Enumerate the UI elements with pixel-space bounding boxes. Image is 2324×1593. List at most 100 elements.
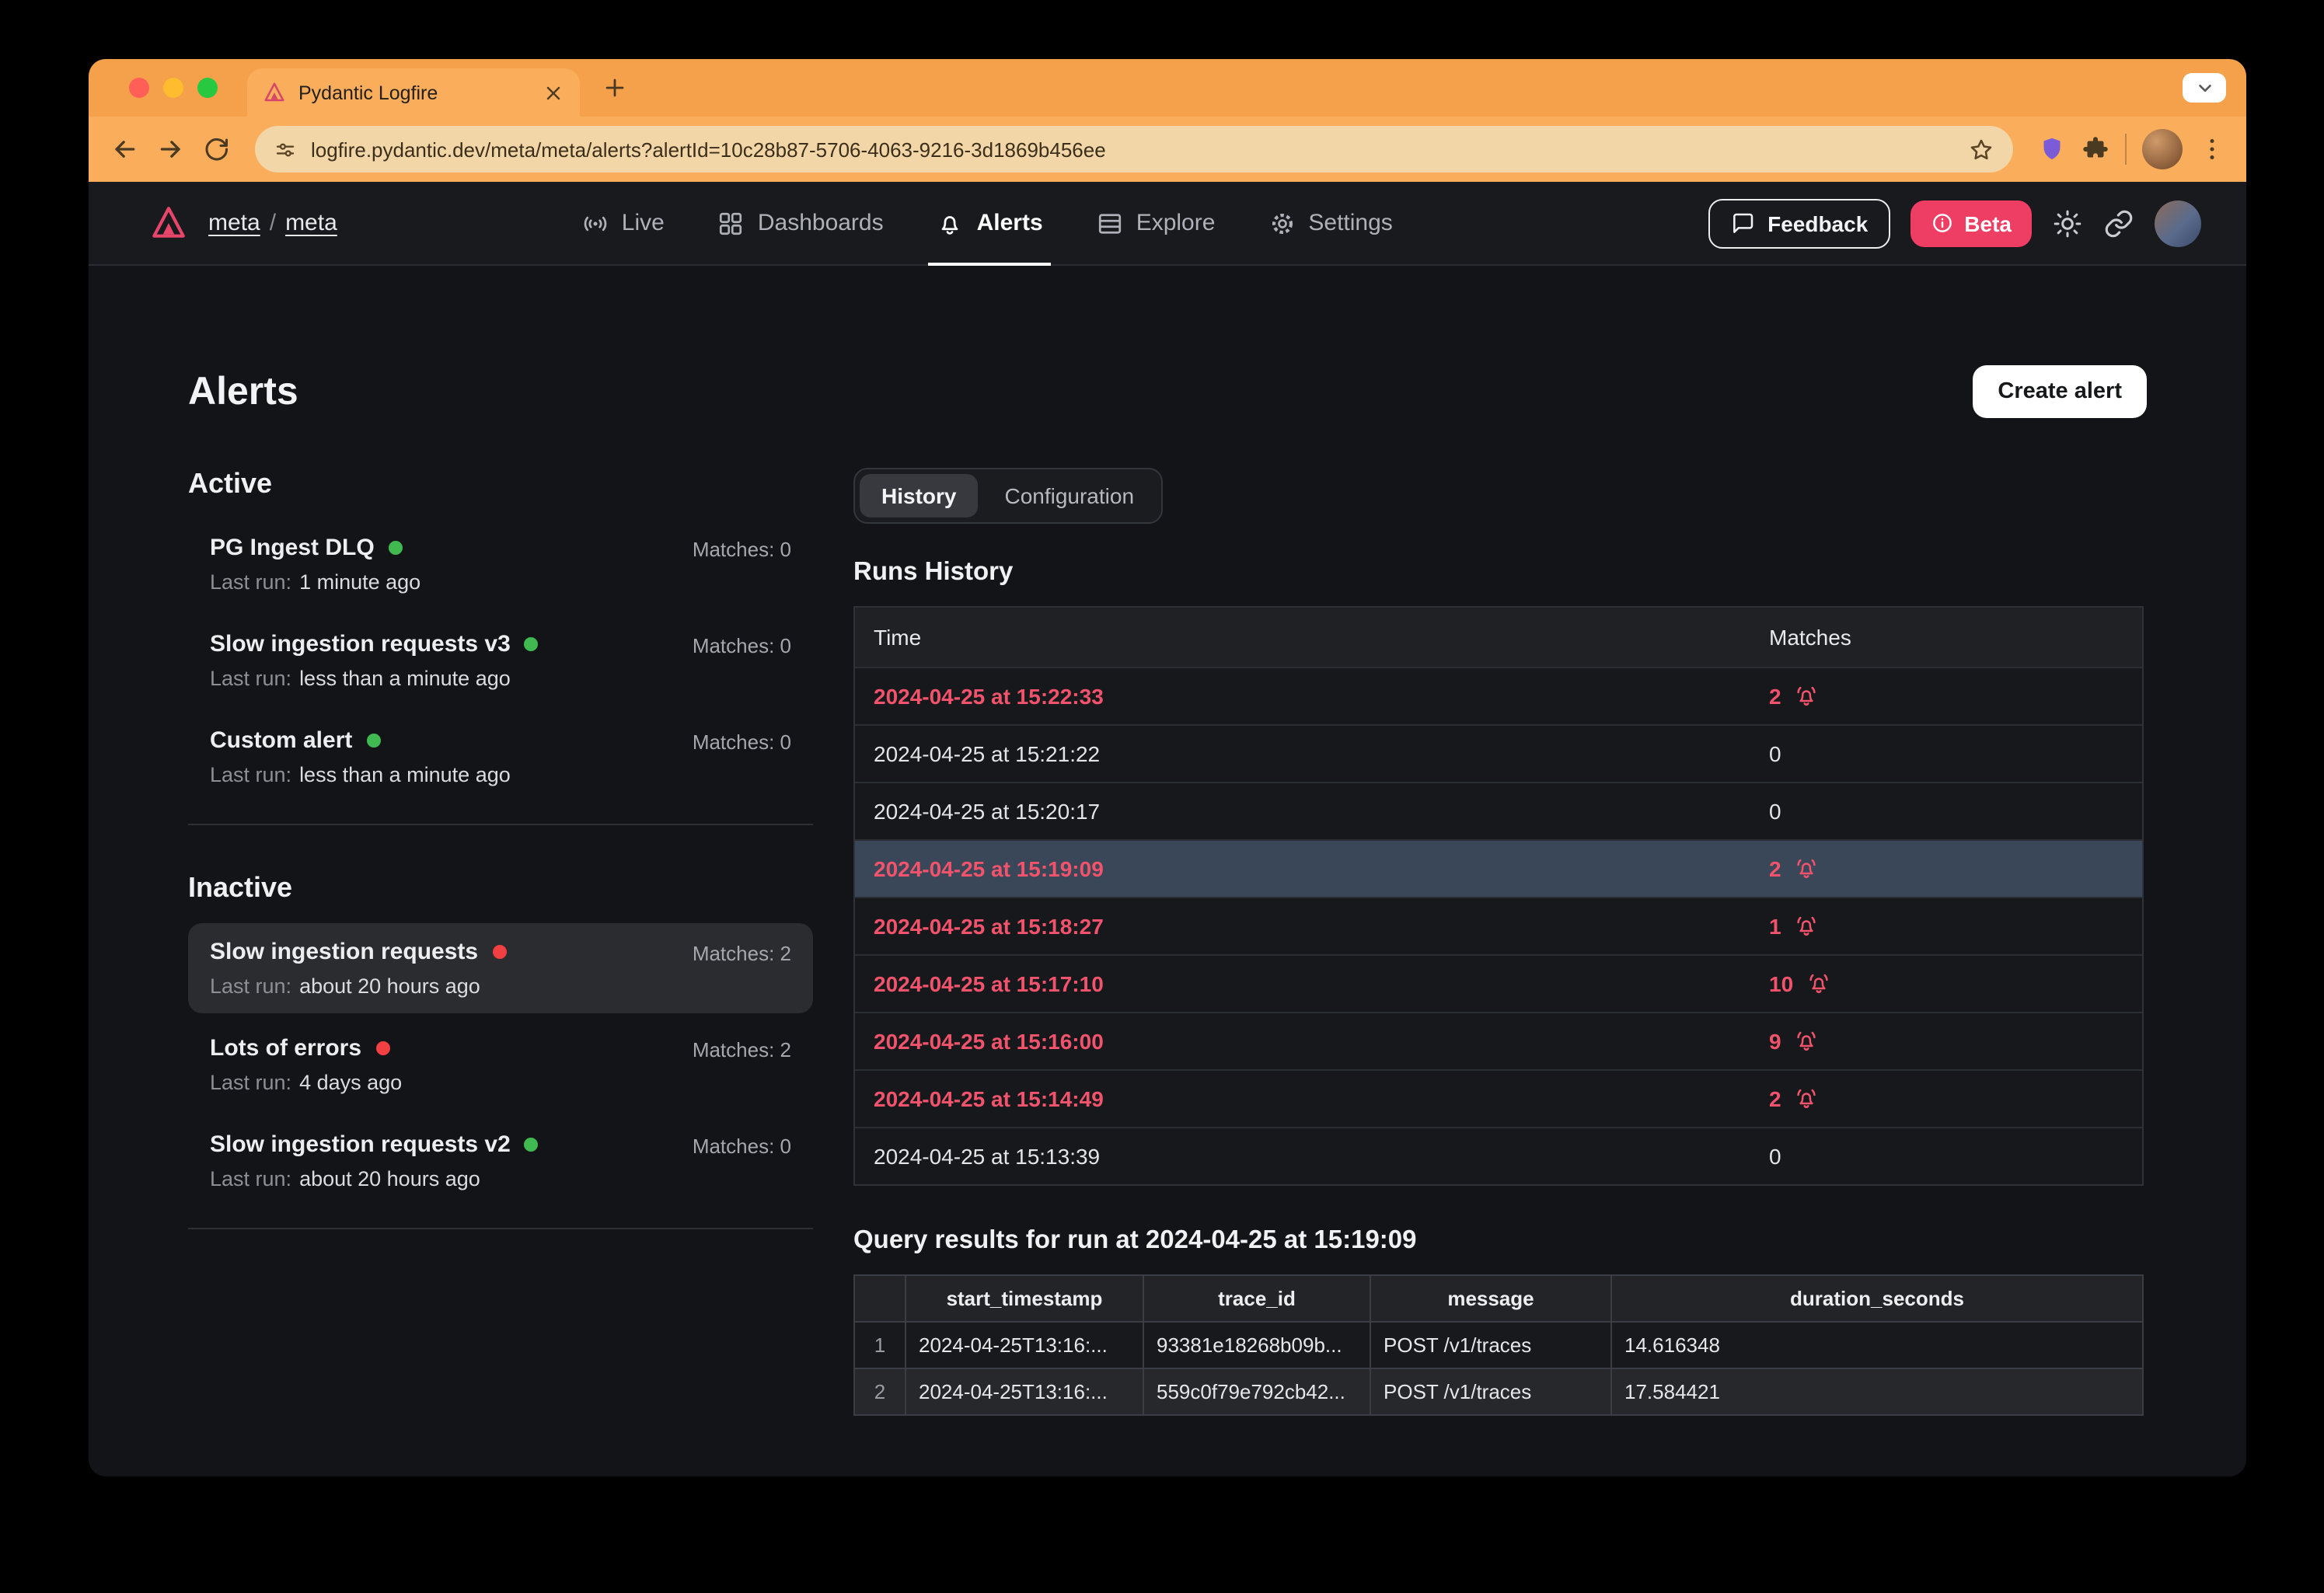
status-dot-green — [525, 637, 539, 651]
forward-button[interactable] — [155, 134, 187, 165]
last-run-label: Last run: — [210, 667, 291, 690]
main-content: Alerts Create alert Active PG Ingest DLQ… — [89, 266, 2246, 1476]
runs-history-table: Time Matches 2024-04-25 at 15:22:33 2 20… — [853, 606, 2144, 1186]
row-index: 1 — [855, 1323, 905, 1368]
runs-history-row-selected[interactable]: 2024-04-25 at 15:19:09 2 — [855, 839, 2142, 897]
runs-history-row[interactable]: 2024-04-25 at 15:18:27 1 — [855, 897, 2142, 954]
column-header-time: Time — [874, 625, 1769, 650]
page-head: Alerts Create alert — [188, 365, 2147, 418]
dashboards-grid-icon — [717, 209, 745, 237]
create-alert-button[interactable]: Create alert — [1973, 365, 2147, 418]
runs-table-header: Time Matches — [855, 608, 2142, 667]
status-dot-red — [375, 1041, 389, 1055]
alert-list-item[interactable]: Slow ingestion requests v2 Matches: 0 La… — [188, 1116, 813, 1206]
bookmark-star-icon[interactable] — [1968, 136, 1994, 162]
runs-history-row[interactable]: 2024-04-25 at 15:20:17 0 — [855, 782, 2142, 839]
column-header-start-timestamp: start_timestamp — [905, 1276, 1143, 1321]
extensions-puzzle-icon[interactable] — [2081, 135, 2109, 163]
nav-dashboards-label: Dashboards — [758, 210, 884, 236]
tab-title: Pydantic Logfire — [298, 82, 530, 103]
nav-alerts[interactable]: Alerts — [910, 181, 1070, 265]
active-heading: Active — [188, 468, 813, 500]
new-tab-button[interactable] — [602, 75, 628, 101]
run-time: 2024-04-25 at 15:13:39 — [874, 1144, 1769, 1169]
runs-history-row[interactable]: 2024-04-25 at 15:16:00 9 — [855, 1012, 2142, 1069]
alert-list-item[interactable]: Slow ingestion requests v3 Matches: 0 La… — [188, 615, 813, 706]
alert-list-item[interactable]: PG Ingest DLQ Matches: 0 Last run:1 minu… — [188, 519, 813, 609]
nav-live[interactable]: Live — [555, 181, 691, 265]
last-run-label: Last run: — [210, 1167, 291, 1190]
nav-dashboards[interactable]: Dashboards — [691, 181, 910, 265]
alerts-sidebar: Active PG Ingest DLQ Matches: 0 Last run… — [188, 468, 813, 1416]
url-text: logfire.pydantic.dev/meta/meta/alerts?al… — [311, 138, 1954, 161]
run-matches: 2 — [1769, 856, 2123, 881]
share-link-icon[interactable] — [2103, 207, 2134, 239]
feedback-button[interactable]: Feedback — [1708, 198, 1890, 248]
tab-close-icon[interactable] — [543, 82, 564, 103]
bell-ring-icon — [1794, 856, 1819, 881]
last-run-value: 1 minute ago — [299, 570, 420, 594]
run-matches: 1 — [1769, 914, 2123, 939]
runs-history-row[interactable]: 2024-04-25 at 15:14:49 2 — [855, 1069, 2142, 1127]
run-matches: 10 — [1769, 971, 2123, 996]
tab-search-button[interactable] — [2183, 73, 2226, 103]
app-header: meta/meta Live Dashboards Alerts — [89, 182, 2246, 266]
browser-profile-avatar[interactable] — [2142, 129, 2183, 169]
runs-history-row[interactable]: 2024-04-25 at 15:13:39 0 — [855, 1127, 2142, 1184]
run-time: 2024-04-25 at 15:20:17 — [874, 799, 1769, 824]
browser-menu-kebab-icon[interactable] — [2198, 135, 2226, 163]
last-run-value: about 20 hours ago — [299, 974, 480, 998]
cell-duration-seconds: 14.616348 — [1610, 1323, 2142, 1368]
reload-button[interactable] — [202, 135, 230, 163]
beta-button[interactable]: Beta — [1910, 200, 2032, 246]
breadcrumb-project-link[interactable]: meta — [285, 210, 337, 236]
breadcrumb-org-link[interactable]: meta — [208, 210, 260, 236]
inactive-heading: Inactive — [188, 872, 813, 905]
minimize-window-button[interactable] — [163, 78, 183, 98]
user-avatar[interactable] — [2155, 200, 2201, 246]
extension-icon[interactable] — [2038, 135, 2066, 163]
runs-history-row[interactable]: 2024-04-25 at 15:22:33 2 — [855, 667, 2142, 724]
tab-history[interactable]: History — [860, 474, 978, 518]
nav-explore[interactable]: Explore — [1070, 181, 1242, 265]
bell-ring-icon — [1794, 914, 1819, 939]
run-time: 2024-04-25 at 15:22:33 — [874, 684, 1769, 709]
section-divider — [188, 1228, 813, 1229]
toolbar-divider — [2125, 134, 2127, 165]
bell-ring-icon — [1794, 1086, 1819, 1111]
browser-tab[interactable]: Pydantic Logfire — [247, 68, 580, 117]
query-result-row: 2 2024-04-25T13:16:... 559c0f79e792cb42.… — [855, 1368, 2142, 1414]
beta-label: Beta — [1964, 211, 2012, 235]
query-result-row: 1 2024-04-25T13:16:... 93381e18268b09b..… — [855, 1321, 2142, 1368]
alert-matches: Matches: 0 — [693, 537, 791, 560]
alert-matches: Matches: 0 — [693, 730, 791, 753]
bell-ring-icon — [1794, 684, 1819, 709]
logfire-logo-icon[interactable] — [149, 204, 188, 242]
address-bar[interactable]: logfire.pydantic.dev/meta/meta/alerts?al… — [255, 126, 2013, 173]
run-time: 2024-04-25 at 15:14:49 — [874, 1086, 1769, 1111]
zoom-window-button[interactable] — [197, 78, 218, 98]
query-table-header: start_timestamp trace_id message duratio… — [855, 1276, 2142, 1321]
site-settings-icon[interactable] — [274, 138, 297, 161]
run-matches: 2 — [1769, 1086, 2123, 1111]
alert-name: Slow ingestion requests v2 — [210, 1131, 511, 1158]
back-button[interactable] — [109, 134, 140, 165]
alert-list-item-selected[interactable]: Slow ingestion requests Matches: 2 Last … — [188, 923, 813, 1013]
alert-list-item[interactable]: Lots of errors Matches: 2 Last run:4 day… — [188, 1020, 813, 1110]
close-window-button[interactable] — [129, 78, 149, 98]
run-matches: 9 — [1769, 1029, 2123, 1054]
tab-configuration[interactable]: Configuration — [982, 474, 1156, 518]
theme-sun-icon[interactable] — [2052, 207, 2083, 239]
last-run-label: Last run: — [210, 1071, 291, 1094]
run-time: 2024-04-25 at 15:21:22 — [874, 741, 1769, 766]
alert-name: Lots of errors — [210, 1035, 361, 1061]
runs-history-row[interactable]: 2024-04-25 at 15:21:22 0 — [855, 724, 2142, 782]
nav-settings[interactable]: Settings — [1241, 181, 1418, 265]
alerts-bell-icon — [937, 209, 965, 237]
alert-matches: Matches: 2 — [693, 1037, 791, 1061]
alert-name: Slow ingestion requests — [210, 939, 478, 965]
window-controls — [129, 78, 218, 98]
alert-list-item[interactable]: Custom alert Matches: 0 Last run:less th… — [188, 712, 813, 802]
runs-history-row[interactable]: 2024-04-25 at 15:17:10 10 — [855, 954, 2142, 1012]
header-actions: Feedback Beta — [1708, 198, 2201, 248]
